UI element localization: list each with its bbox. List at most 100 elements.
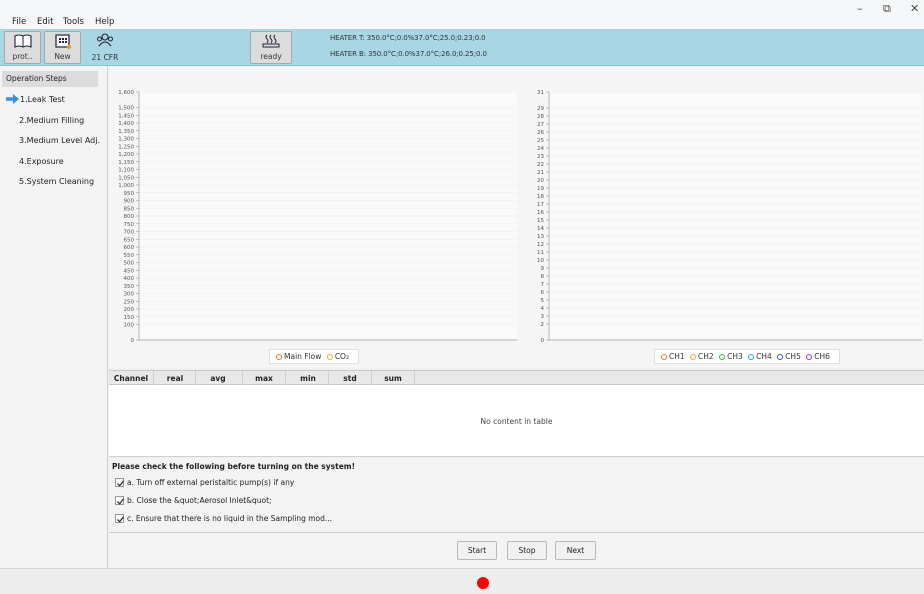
start-button[interactable]: Start bbox=[457, 541, 497, 560]
main-flow-chart-tick-label: 250 bbox=[124, 299, 135, 305]
main-flow-chart-tick-label: 500 bbox=[124, 261, 135, 267]
channel-chart-tick-label: 25 bbox=[537, 138, 544, 144]
cfr-button-label: 21 CFR bbox=[91, 53, 119, 62]
new-button[interactable]: New bbox=[44, 31, 81, 64]
menu-tools[interactable]: Tools bbox=[63, 17, 84, 27]
legend-ch3[interactable]: CH3 bbox=[719, 352, 743, 361]
legend-ch6[interactable]: CH6 bbox=[806, 352, 830, 361]
channel-chart-tick-label: 8 bbox=[541, 274, 545, 280]
ready-status-button[interactable]: ready bbox=[250, 31, 292, 64]
empty-table-message: No content in table bbox=[480, 417, 553, 426]
channel-chart-tick-label: 14 bbox=[537, 226, 544, 232]
stop-button[interactable]: Stop bbox=[507, 541, 547, 560]
main-flow-chart-tick-label: 700 bbox=[124, 230, 135, 236]
heater-t-readout: HEATER T: 350.0°C;0.0%37.0°C;25.0;0.23;0… bbox=[330, 34, 486, 42]
menu-file[interactable]: File bbox=[12, 17, 26, 27]
pre-start-checklist: Please check the following before turnin… bbox=[109, 458, 924, 533]
step-medium-filling[interactable]: 2.Medium Filling bbox=[19, 116, 84, 125]
checklist-item-pump[interactable]: a. Turn off external peristaltic pump(s)… bbox=[115, 478, 294, 487]
channel-chart-tick-label: 7 bbox=[541, 282, 545, 288]
channel-chart-tick-label: 27 bbox=[537, 122, 544, 128]
menu-help[interactable]: Help bbox=[95, 17, 114, 27]
column-min[interactable]: min bbox=[288, 374, 328, 383]
checklist-item-aerosol-inlet[interactable]: b. Close the &quot;Aerosol Inlet&quot; bbox=[115, 496, 272, 505]
arrow-right-icon bbox=[6, 94, 19, 104]
main-flow-chart-tick-label: 100 bbox=[124, 323, 135, 329]
channel-legend: CH1 CH2 CH3 CH4 CH5 CH6 bbox=[654, 349, 840, 364]
column-std[interactable]: std bbox=[331, 374, 369, 383]
protocol-button[interactable]: prot.. bbox=[4, 31, 41, 64]
step-leak-test[interactable]: 1.Leak Test bbox=[20, 95, 65, 104]
channel-chart-tick-label: 2 bbox=[541, 322, 545, 328]
legend-label-ch6: CH6 bbox=[814, 352, 830, 361]
main-flow-chart-tick-label: 950 bbox=[124, 191, 135, 197]
main-flow-chart-tick-label: 450 bbox=[124, 268, 135, 274]
action-bar: Start Stop Next bbox=[109, 533, 924, 568]
main-flow-chart-tick-label: 1,200 bbox=[118, 152, 134, 158]
menu-bar: File Edit Tools Help – ⧉ ✕ bbox=[0, 0, 924, 30]
legend-dot-ch1 bbox=[661, 354, 667, 360]
status-bar bbox=[0, 568, 924, 594]
legend-label-ch1: CH1 bbox=[669, 352, 685, 361]
cfr-button[interactable]: 21 CFR bbox=[88, 31, 122, 64]
operation-steps-header: Operation Steps bbox=[2, 71, 98, 87]
checkmark-icon bbox=[117, 498, 125, 505]
legend-dot-main-flow bbox=[276, 354, 282, 360]
main-flow-chart-tick-label: 550 bbox=[124, 253, 135, 259]
checklist-label-sampling-liquid: c. Ensure that there is no liquid in the… bbox=[127, 514, 333, 523]
legend-ch2[interactable]: CH2 bbox=[690, 352, 714, 361]
main-flow-chart-tick-label: 1,450 bbox=[118, 113, 134, 119]
channel-chart-tick-label: 31 bbox=[537, 90, 544, 96]
close-button[interactable]: ✕ bbox=[910, 2, 919, 15]
step-exposure[interactable]: 4.Exposure bbox=[19, 157, 64, 166]
channel-chart-tick-label: 5 bbox=[541, 298, 545, 304]
channel-chart-tick-label: 4 bbox=[541, 306, 545, 312]
legend-label-ch5: CH5 bbox=[785, 352, 801, 361]
legend-ch1[interactable]: CH1 bbox=[661, 352, 685, 361]
channel-chart-tick-label: 3 bbox=[541, 314, 545, 320]
legend-label-ch2: CH2 bbox=[698, 352, 714, 361]
column-channel[interactable]: Channel bbox=[113, 374, 149, 383]
main-flow-chart-tick-label: 1,050 bbox=[118, 175, 134, 181]
checkbox-aerosol-inlet[interactable] bbox=[115, 496, 125, 505]
checkbox-sampling-liquid[interactable] bbox=[115, 514, 125, 523]
restore-button[interactable]: ⧉ bbox=[883, 2, 891, 16]
channel-chart-tick-label: 20 bbox=[537, 178, 544, 184]
legend-main-flow[interactable]: Main Flow bbox=[276, 352, 321, 361]
main-flow-chart-tick-label: 200 bbox=[124, 307, 135, 313]
legend-co2[interactable]: CO₂ bbox=[326, 352, 349, 361]
step-medium-level-adj[interactable]: 3.Medium Level Adj. bbox=[19, 136, 100, 145]
channel-chart-tick-label: 17 bbox=[537, 202, 544, 208]
main-flow-chart-tick-label: 900 bbox=[124, 199, 135, 205]
menu-edit[interactable]: Edit bbox=[37, 17, 53, 27]
minimize-button[interactable]: – bbox=[857, 2, 863, 15]
channel-chart-tick-label: 24 bbox=[537, 146, 544, 152]
column-real[interactable]: real bbox=[157, 374, 193, 383]
channel-chart-tick-label: 26 bbox=[537, 130, 544, 136]
column-avg[interactable]: avg bbox=[199, 374, 237, 383]
column-max[interactable]: max bbox=[245, 374, 283, 383]
book-icon bbox=[13, 34, 32, 48]
column-divider bbox=[285, 371, 286, 385]
legend-ch5[interactable]: CH5 bbox=[777, 352, 801, 361]
next-button[interactable]: Next bbox=[555, 541, 596, 560]
step-system-cleaning[interactable]: 5.System Cleaning bbox=[19, 177, 94, 186]
stats-table-body[interactable]: No content in table bbox=[109, 385, 924, 457]
channel-chart-tick-label: 29 bbox=[537, 106, 544, 112]
channel-chart-tick-label: 13 bbox=[537, 234, 544, 240]
checkbox-pump[interactable] bbox=[115, 478, 125, 487]
channel-chart-tick-label: 9 bbox=[541, 266, 545, 272]
checklist-title: Please check the following before turnin… bbox=[112, 462, 356, 471]
main-flow-chart-tick-label: 1,250 bbox=[118, 144, 134, 150]
column-divider bbox=[371, 371, 372, 385]
main-flow-legend: Main Flow CO₂ bbox=[269, 349, 359, 364]
main-flow-chart-tick-label: 1,400 bbox=[118, 121, 134, 127]
main-flow-chart-tick-label: 350 bbox=[124, 284, 135, 290]
column-sum[interactable]: sum bbox=[374, 374, 412, 383]
main-flow-chart-tick-label: 750 bbox=[124, 222, 135, 228]
toolbar: prot.. New 21 CFR ready HEATER T: 350.0°… bbox=[0, 29, 924, 66]
ready-status-label: ready bbox=[260, 52, 282, 61]
legend-ch4[interactable]: CH4 bbox=[748, 352, 772, 361]
checklist-item-sampling-liquid[interactable]: c. Ensure that there is no liquid in the… bbox=[115, 514, 332, 523]
legend-dot-co2 bbox=[326, 354, 333, 360]
